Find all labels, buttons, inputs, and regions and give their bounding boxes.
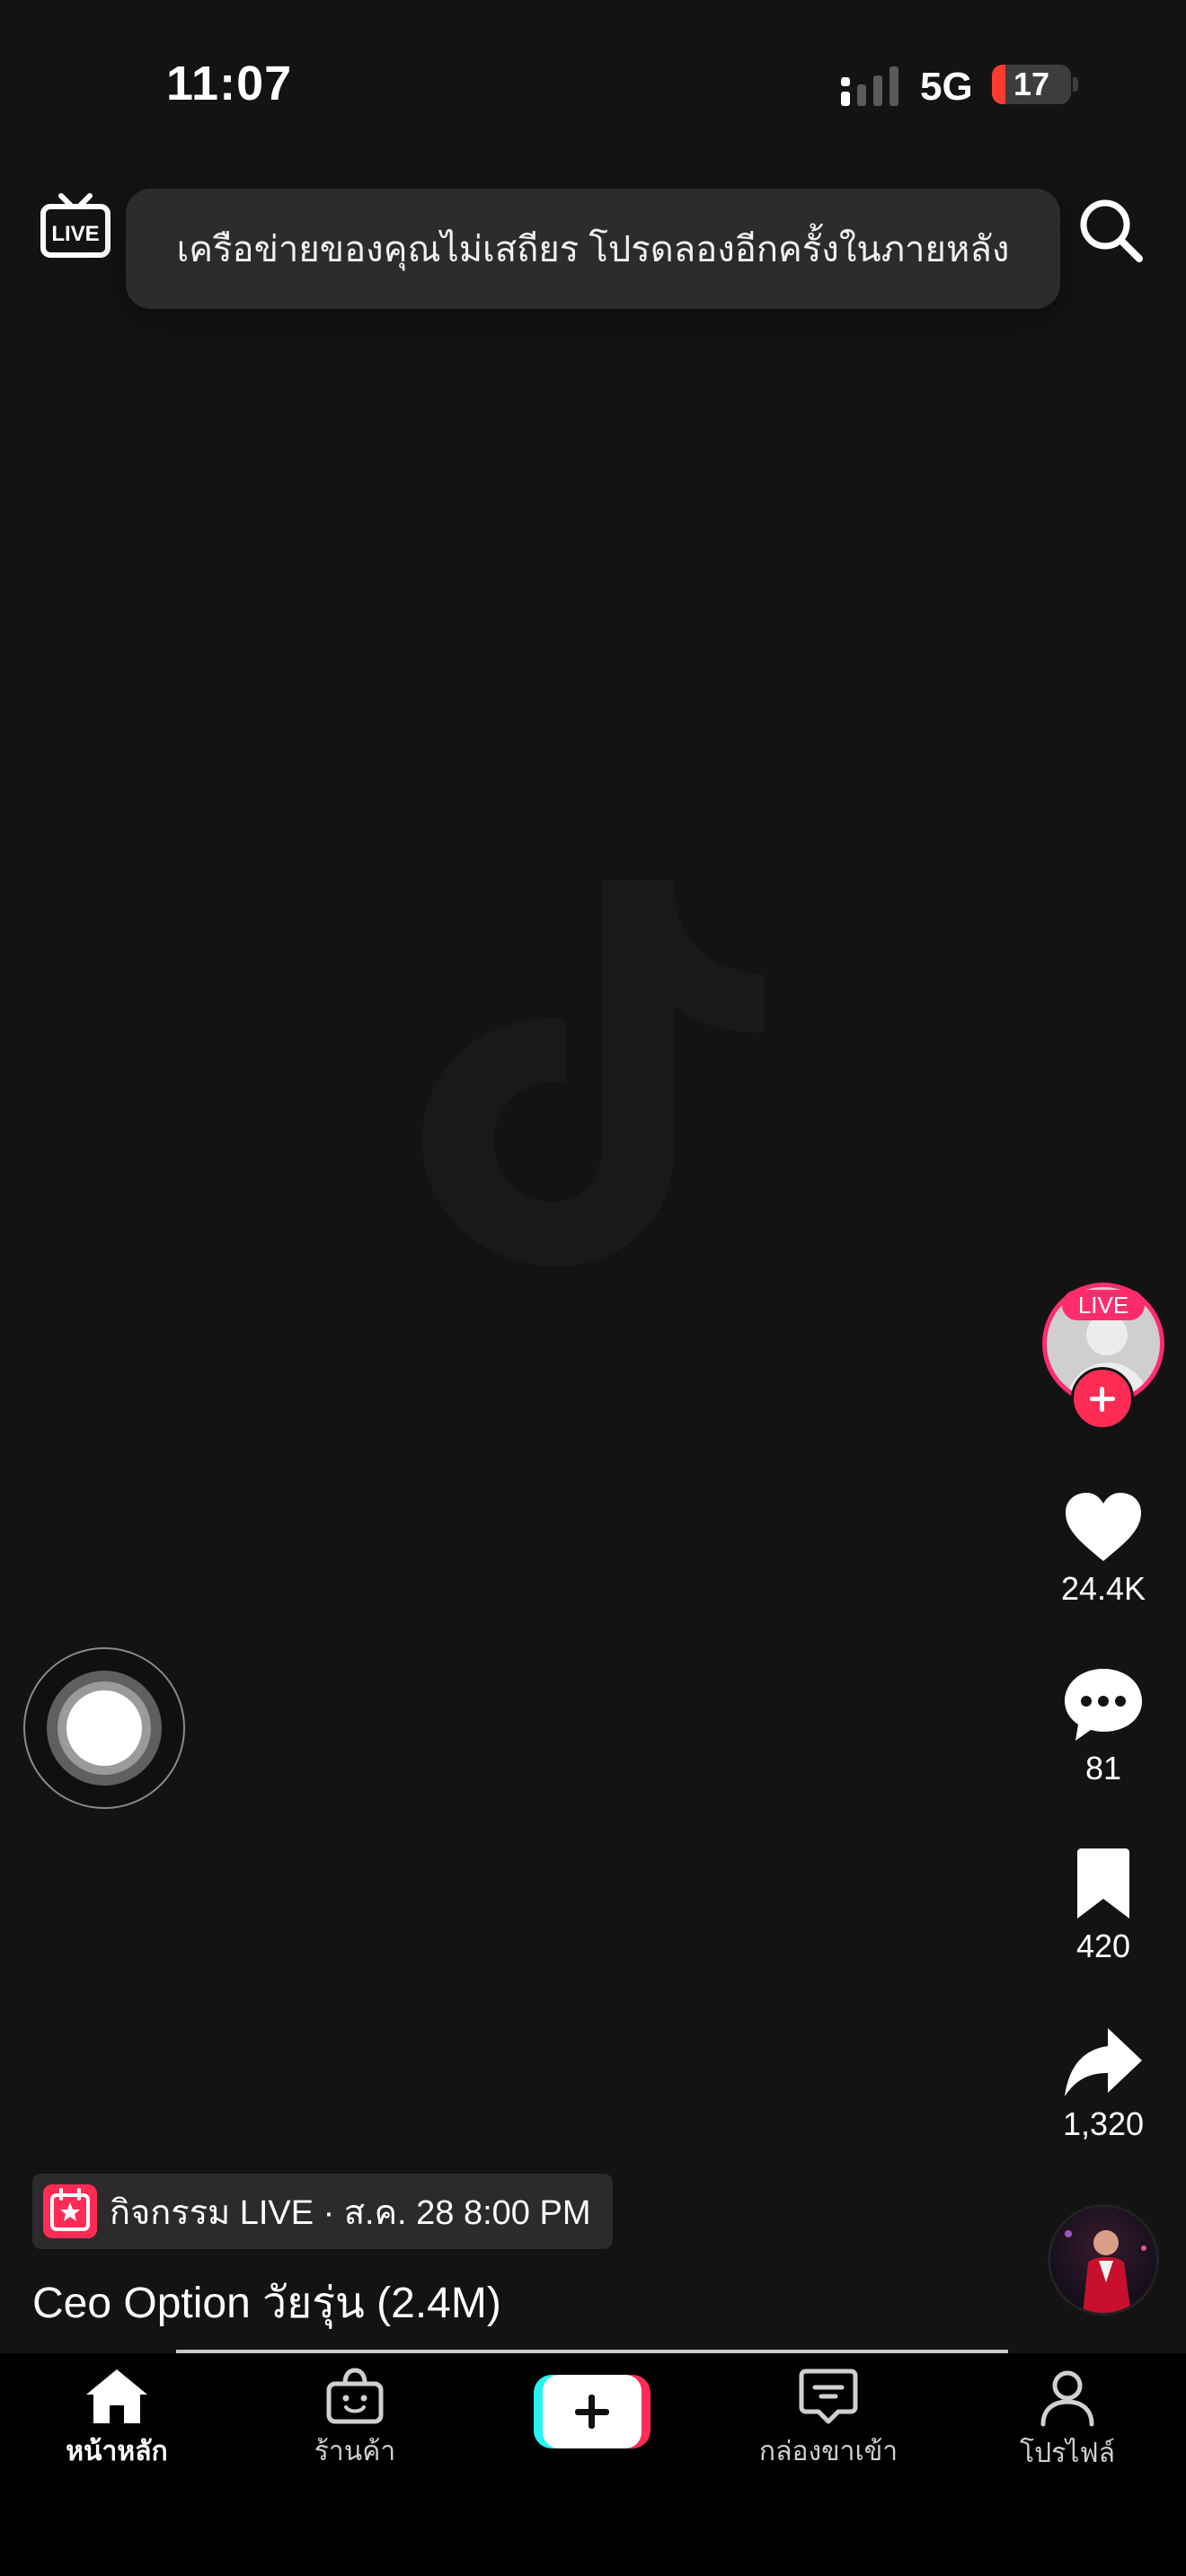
follow-button[interactable] bbox=[1071, 1367, 1134, 1430]
network-type: 5G bbox=[920, 65, 973, 109]
nav-home-label: หน้าหลัก bbox=[66, 2437, 168, 2466]
create-video-button[interactable] bbox=[534, 2375, 651, 2448]
comment-bubble-icon bbox=[1065, 1669, 1142, 1741]
event-label: กิจกรรม LIVE · ส.ค. 28 8:00 PM bbox=[110, 2193, 591, 2232]
comment-button[interactable]: 81 bbox=[1042, 1667, 1164, 1787]
music-disc-avatar[interactable] bbox=[1048, 2204, 1159, 2316]
tiktok-screen: 11:07 5G 17 LIVE เครือข่ายของคุณไม่เสถีย… bbox=[0, 0, 1186, 2576]
svg-text:LIVE: LIVE bbox=[51, 222, 99, 246]
live-event-chip[interactable]: กิจกรรม LIVE · ส.ค. 28 8:00 PM bbox=[32, 2174, 613, 2249]
bookmark-icon bbox=[1077, 1848, 1129, 1919]
nav-inbox-label: กล่องขาเข้า bbox=[758, 2437, 898, 2466]
nav-profile-label: โปรไฟล์ bbox=[1020, 2439, 1115, 2468]
like-count: 24.4K bbox=[1060, 1570, 1146, 1607]
inbox-message-icon bbox=[799, 2369, 858, 2424]
heart-icon bbox=[1066, 1493, 1141, 1561]
nav-home[interactable]: หน้าหลัก bbox=[18, 2368, 216, 2473]
live-badge: LIVE bbox=[1062, 1290, 1145, 1320]
nav-shop[interactable]: ร้านค้า bbox=[256, 2368, 454, 2473]
nav-inbox[interactable]: กล่องขาเข้า bbox=[730, 2368, 927, 2473]
nav-shop-label: ร้านค้า bbox=[314, 2437, 396, 2466]
search-icon[interactable] bbox=[1075, 194, 1146, 266]
nav-profile[interactable]: โปรไฟล์ bbox=[969, 2368, 1166, 2475]
network-unstable-toast: เครือข่ายของคุณไม่เสถียร โปรดลองอีกครั้ง… bbox=[126, 189, 1060, 309]
video-caption[interactable]: Ceo Option วัยรุ่น (2.4M) bbox=[32, 2269, 501, 2337]
live-tv-icon[interactable]: LIVE bbox=[40, 190, 111, 262]
cellular-signal-icon bbox=[841, 66, 898, 106]
toast-message: เครือข่ายของคุณไม่เสถียร โปรดลองอีกครั้ง… bbox=[176, 230, 1010, 269]
shopping-bag-icon bbox=[326, 2368, 384, 2424]
save-button[interactable]: 420 bbox=[1042, 1848, 1164, 1965]
home-icon bbox=[86, 2369, 147, 2423]
battery-level: 17 bbox=[1013, 66, 1050, 102]
profile-person-icon bbox=[1040, 2370, 1094, 2427]
save-count: 420 bbox=[1075, 1928, 1131, 1964]
status-time: 11:07 bbox=[166, 57, 293, 110]
share-count: 1,320 bbox=[1062, 2105, 1145, 2142]
tiktok-logo-watermark-icon bbox=[422, 880, 764, 1266]
share-button[interactable]: 1,320 bbox=[1042, 2026, 1164, 2143]
calendar-star-icon bbox=[43, 2184, 97, 2238]
like-button[interactable]: 24.4K bbox=[1042, 1491, 1164, 1608]
assistive-touch-button[interactable] bbox=[23, 1647, 185, 1809]
battery-indicator: 17 bbox=[992, 65, 1078, 104]
share-arrow-icon bbox=[1065, 2028, 1142, 2096]
comment-count: 81 bbox=[1084, 1750, 1122, 1786]
